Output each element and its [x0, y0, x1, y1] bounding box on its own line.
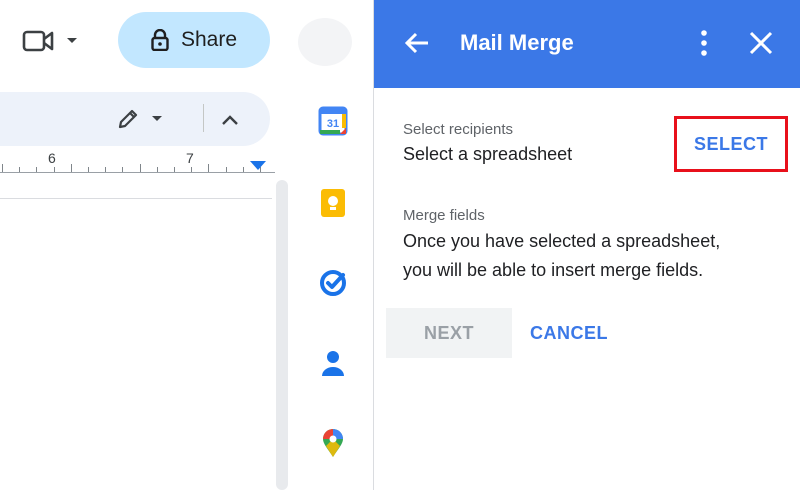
more-options-button[interactable] [694, 28, 714, 58]
ruler-number: 6 [48, 150, 56, 166]
close-icon [749, 31, 773, 55]
back-button[interactable] [402, 28, 432, 58]
toolbar-divider [203, 104, 204, 132]
document-page[interactable] [0, 199, 272, 490]
share-label: Share [180, 28, 238, 51]
ruler-tick [139, 164, 141, 172]
select-spreadsheet-button[interactable]: SELECT [674, 116, 788, 172]
merge-fields-text-line2: you will be able to insert merge fields. [403, 260, 704, 280]
mail-merge-panel: Mail Merge Select recipients Select a sp… [373, 0, 800, 490]
recipients-value: Select a spreadsheet [403, 144, 573, 164]
ruler-baseline [0, 172, 275, 173]
meet-camera-button[interactable] [22, 24, 88, 58]
share-button[interactable]: Share [118, 12, 270, 68]
contacts-icon [322, 351, 344, 376]
ruler-tick [70, 164, 72, 172]
chevron-down-icon [67, 38, 77, 43]
calendar-date: 31 [327, 118, 339, 130]
arrow-back-icon [404, 32, 428, 54]
contacts-app-button[interactable] [316, 346, 350, 380]
right-indent-marker[interactable] [250, 161, 266, 170]
panel-title: Mail Merge [460, 30, 574, 55]
close-button[interactable] [748, 30, 774, 56]
merge-fields-caption: Merge fields [403, 207, 485, 224]
editing-mode-button[interactable] [117, 104, 173, 134]
cancel-button[interactable]: CANCEL [524, 308, 614, 358]
video-camera-icon [22, 30, 54, 52]
keep-icon [321, 189, 345, 217]
document-scrollbar[interactable] [276, 180, 288, 490]
chevron-up-icon [222, 115, 238, 125]
more-vert-icon [701, 30, 707, 56]
keep-app-button[interactable] [316, 186, 350, 220]
ruler-tick [208, 164, 210, 172]
account-avatar[interactable] [298, 18, 352, 66]
calendar-icon: 31 [318, 106, 348, 136]
collapse-menus-button[interactable] [216, 106, 244, 134]
ruler-number: 7 [186, 150, 194, 166]
next-button[interactable]: NEXT [386, 308, 512, 358]
recipients-caption: Select recipients [403, 121, 514, 138]
maps-icon [323, 429, 343, 457]
tasks-app-button[interactable] [316, 266, 350, 300]
lock-icon [151, 29, 169, 51]
tasks-icon [320, 270, 346, 296]
chevron-down-icon [152, 116, 162, 121]
ruler-tick [2, 164, 3, 172]
maps-app-button[interactable] [316, 426, 350, 460]
calendar-app-button[interactable]: 31 [316, 104, 350, 138]
pencil-icon [118, 109, 138, 129]
panel-header: Mail Merge [374, 0, 800, 88]
merge-fields-text-line1: Once you have selected a spreadsheet, [403, 231, 721, 251]
